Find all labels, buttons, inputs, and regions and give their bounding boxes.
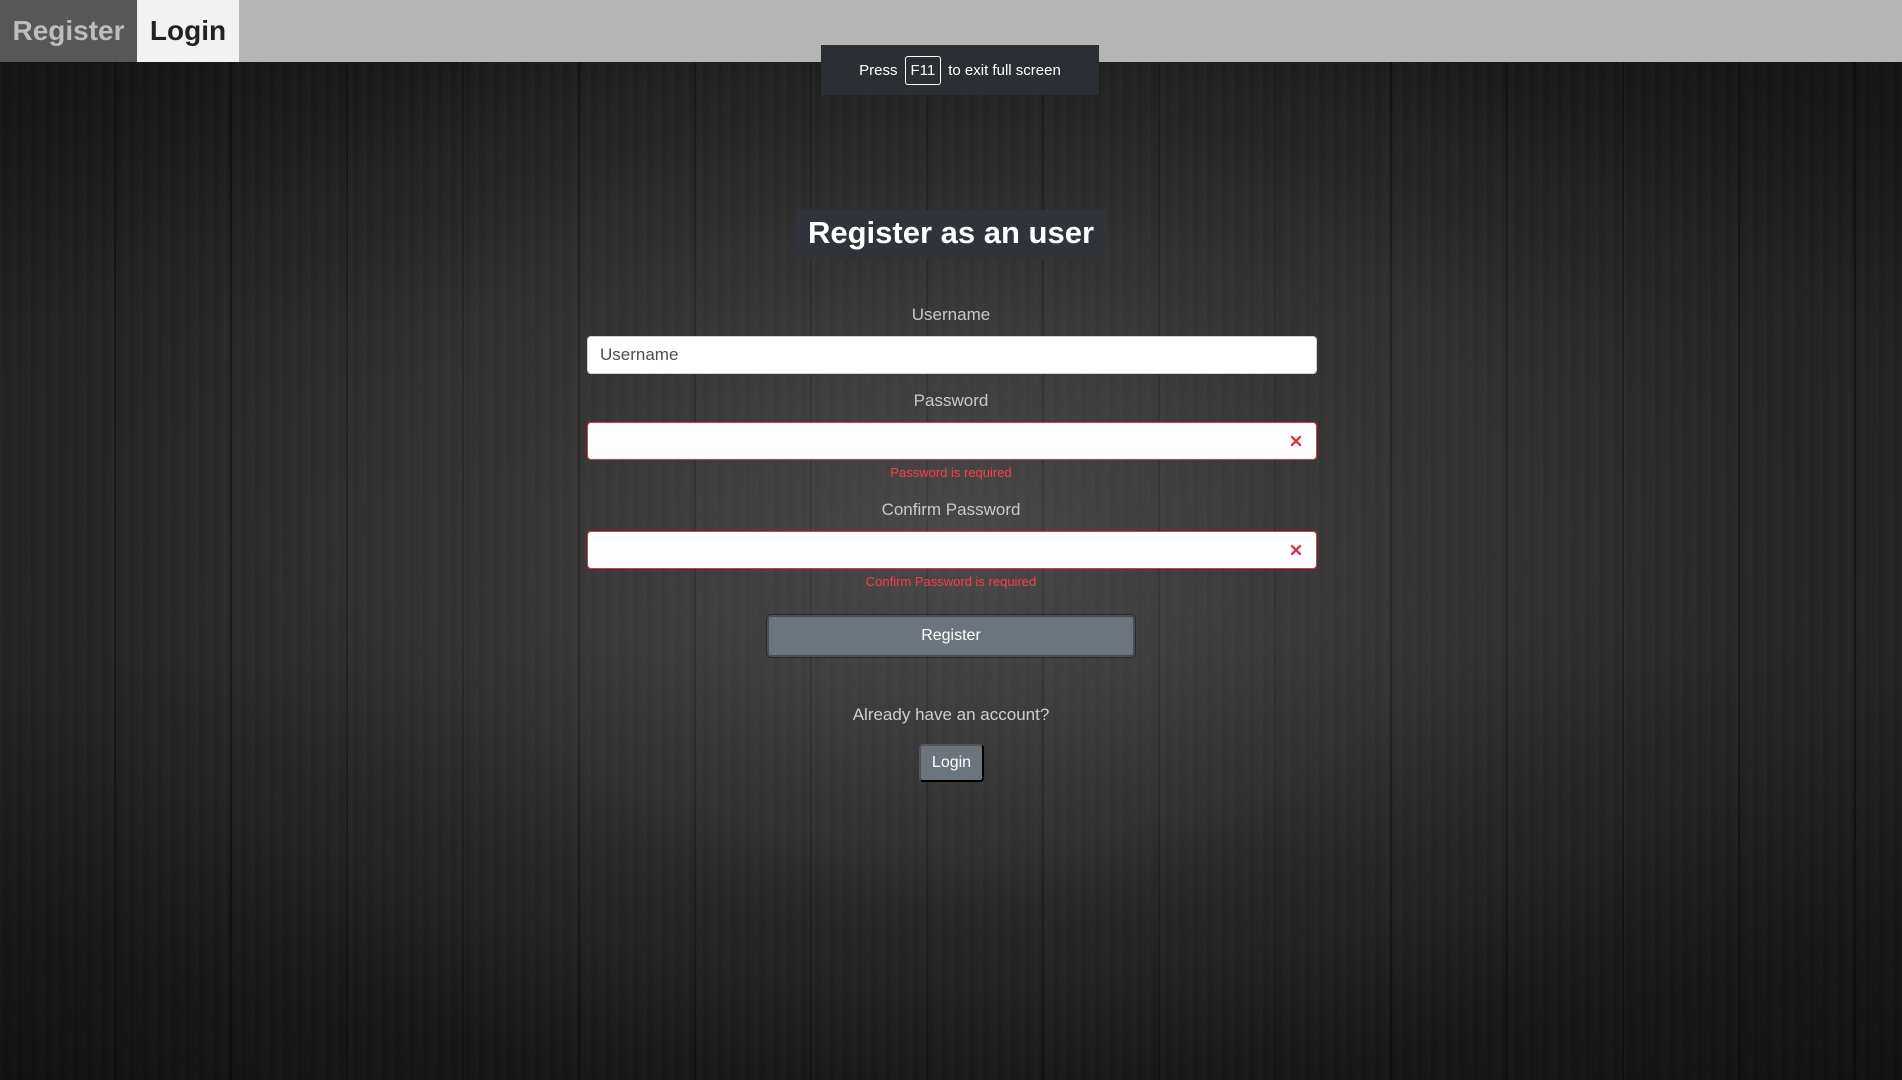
username-field[interactable] — [587, 336, 1317, 374]
confirm-password-input[interactable] — [600, 540, 1288, 560]
confirm-password-error: Confirm Password is required — [865, 574, 1037, 589]
nav-register-link[interactable]: Register — [0, 0, 137, 62]
login-button[interactable]: Login — [919, 744, 984, 782]
heading-wrapper: Register as an user — [0, 210, 1902, 259]
fullscreen-key: F11 — [904, 55, 942, 85]
password-error: Password is required — [890, 465, 1012, 480]
username-input[interactable] — [600, 345, 1304, 365]
nav-login-link[interactable]: Login — [137, 0, 239, 62]
fullscreen-notice-suffix: to exit full screen — [948, 61, 1061, 79]
password-field[interactable] — [587, 422, 1317, 460]
already-have-account-text: Already have an account? — [852, 705, 1050, 724]
page-title: Register as an user — [795, 210, 1107, 259]
password-input[interactable] — [600, 431, 1288, 451]
error-x-icon — [1288, 542, 1304, 558]
username-label: Username — [911, 305, 991, 324]
confirm-password-label: Confirm Password — [881, 500, 1021, 519]
fullscreen-notice: Press F11 to exit full screen — [821, 45, 1099, 95]
fullscreen-notice-prefix: Press — [859, 61, 898, 79]
error-x-icon — [1288, 433, 1304, 449]
password-label: Password — [913, 391, 989, 410]
register-button[interactable]: Register — [767, 615, 1135, 657]
confirm-password-field[interactable] — [587, 531, 1317, 569]
